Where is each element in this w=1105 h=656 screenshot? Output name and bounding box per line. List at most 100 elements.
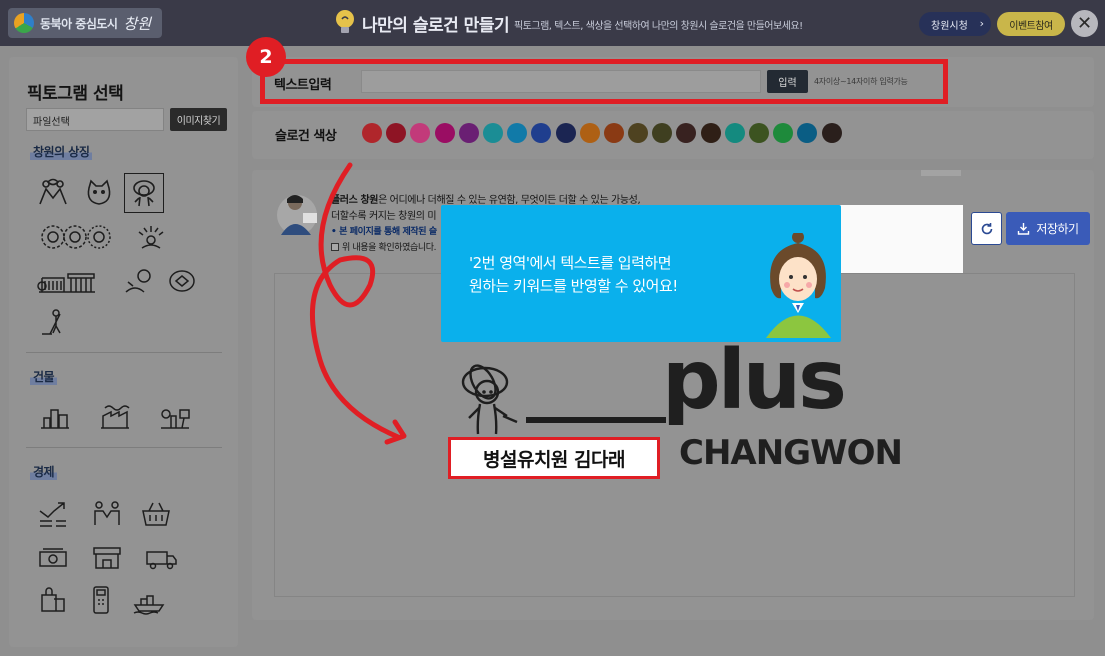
- picto-cat[interactable]: [79, 173, 119, 213]
- section-divider: [26, 352, 222, 353]
- slogan-text-box[interactable]: 병설유치원 김다래: [448, 437, 660, 479]
- card-terminal-icon: [93, 586, 109, 614]
- color-swatch-6[interactable]: [482, 123, 503, 143]
- picto-cargo-ship[interactable]: [129, 580, 169, 620]
- close-icon[interactable]: ✕: [1071, 10, 1098, 37]
- city-buildings-icon: [41, 409, 69, 429]
- celebration-icon: [138, 226, 164, 249]
- refresh-icon: [981, 222, 992, 234]
- color-swatch-20[interactable]: [821, 123, 842, 143]
- color-swatch-14[interactable]: [676, 123, 697, 143]
- picto-office[interactable]: [155, 397, 195, 437]
- section-economy-label: 경제: [30, 463, 58, 480]
- color-swatch-12[interactable]: [628, 123, 649, 143]
- color-swatch-9[interactable]: [555, 123, 576, 143]
- color-swatch-13[interactable]: [652, 123, 673, 143]
- color-swatches: [362, 123, 842, 143]
- mascot-icon: [133, 180, 155, 207]
- picto-handshake[interactable]: [87, 494, 127, 534]
- guide-arrow-icon: [309, 162, 407, 445]
- picto-mascot[interactable]: [124, 173, 164, 213]
- picto-basket[interactable]: [136, 494, 176, 534]
- app-header: 동북아 중심도시 창원 나만의 슬로건 만들기 픽토그램, 텍스트, 색상을 선…: [0, 0, 1105, 46]
- scroll-handle[interactable]: [921, 170, 961, 176]
- step-badge: 2: [246, 37, 286, 77]
- picto-monument[interactable]: [61, 261, 101, 301]
- color-swatch-15[interactable]: [700, 123, 721, 143]
- monument-icon: [67, 273, 95, 293]
- color-swatch-16[interactable]: [724, 123, 745, 143]
- file-select-field[interactable]: 파일선택: [26, 108, 164, 131]
- office-icon: [161, 409, 190, 429]
- picto-card-terminal[interactable]: [81, 580, 121, 620]
- handshake-icon: [94, 501, 120, 525]
- color-swatch-5[interactable]: [458, 123, 479, 143]
- color-swatch-19[interactable]: [797, 123, 818, 143]
- section-building-label: 건물: [30, 368, 58, 385]
- picto-turtle[interactable]: [162, 261, 202, 301]
- find-image-button[interactable]: 이미지찾기: [170, 108, 227, 131]
- logo-mark-icon: [14, 13, 34, 33]
- logo-text: 동북아 중심도시: [40, 16, 118, 31]
- picto-people-heart[interactable]: [33, 173, 73, 213]
- basket-icon: [142, 502, 170, 526]
- guide-girl-illustration: [766, 233, 831, 338]
- picto-character[interactable]: [119, 261, 159, 301]
- page-subtitle: 픽토그램, 텍스트, 색상을 선택하여 나만의 창원시 슬로건을 만들어보세요!: [514, 21, 803, 32]
- color-swatch-8[interactable]: [531, 123, 552, 143]
- save-label: 저장하기: [1036, 222, 1079, 236]
- logo-script: 창원: [123, 14, 152, 33]
- picto-flower-3[interactable]: [79, 217, 119, 257]
- tooltip-line-1: '2번 영역'에서 텍스트를 입력하면: [469, 254, 672, 272]
- changwon-logo[interactable]: 동북아 중심도시 창원: [8, 8, 162, 38]
- color-label: 슬로건 색상: [275, 129, 337, 144]
- picto-factory[interactable]: [95, 397, 135, 437]
- section-symbol-label: 창원의 상징: [30, 143, 93, 160]
- cat-icon: [87, 179, 111, 205]
- download-icon: [1018, 223, 1030, 235]
- color-swatch-7[interactable]: [507, 123, 528, 143]
- color-panel: 슬로건 색상: [252, 111, 1094, 159]
- color-swatch-11[interactable]: [603, 123, 624, 143]
- flower-icon: [87, 225, 111, 249]
- store-icon: [93, 547, 121, 569]
- color-swatch-10[interactable]: [579, 123, 600, 143]
- cargo-ship-icon: [133, 595, 165, 615]
- growth-chart-icon: [39, 502, 66, 527]
- picto-cleaner[interactable]: [33, 301, 73, 341]
- picto-shopping-bag[interactable]: [33, 580, 73, 620]
- refresh-button[interactable]: [971, 212, 1002, 245]
- highlight-box: [260, 59, 948, 104]
- factory-icon: [101, 405, 130, 429]
- plus-underline: [526, 417, 666, 423]
- event-join-button[interactable]: 이벤트참여: [997, 12, 1065, 36]
- color-swatch-17[interactable]: [749, 123, 769, 143]
- cleaner-icon: [42, 309, 61, 335]
- color-swatch-4[interactable]: [434, 123, 455, 143]
- picto-delivery-truck[interactable]: [141, 537, 181, 577]
- mascot-illustration: [461, 364, 518, 435]
- city-hall-button[interactable]: 창원시청 ›: [919, 12, 991, 36]
- people-heart-icon: [39, 178, 67, 205]
- picto-store[interactable]: [87, 537, 127, 577]
- city-hall-label: 창원시청: [931, 20, 968, 32]
- section-divider: [26, 447, 222, 448]
- shopping-bag-icon: [41, 587, 65, 612]
- page-title: 나만의 슬로건 만들기: [362, 16, 510, 36]
- color-swatch-18[interactable]: [773, 123, 794, 143]
- changwon-wordmark: CHANGWON: [679, 433, 903, 473]
- color-swatch-3[interactable]: [410, 123, 431, 143]
- picto-celebration[interactable]: [131, 217, 171, 257]
- color-swatch-2[interactable]: [386, 123, 407, 143]
- plus-wordmark: plus: [662, 333, 847, 428]
- toolbar-backdrop: [839, 205, 963, 275]
- picto-money[interactable]: [33, 537, 73, 577]
- color-swatch-1[interactable]: [362, 123, 382, 143]
- tooltip-line-2: 원하는 키워드를 반영할 수 있어요!: [469, 277, 678, 295]
- pictogram-panel: 픽토그램 선택 파일선택 이미지찾기 창원의 상징 건물 경제: [9, 57, 238, 647]
- turtle-icon: [169, 270, 195, 292]
- picto-growth[interactable]: [33, 494, 73, 534]
- picto-city-buildings[interactable]: [35, 397, 75, 437]
- save-button[interactable]: 저장하기: [1006, 212, 1090, 245]
- money-icon: [39, 548, 67, 567]
